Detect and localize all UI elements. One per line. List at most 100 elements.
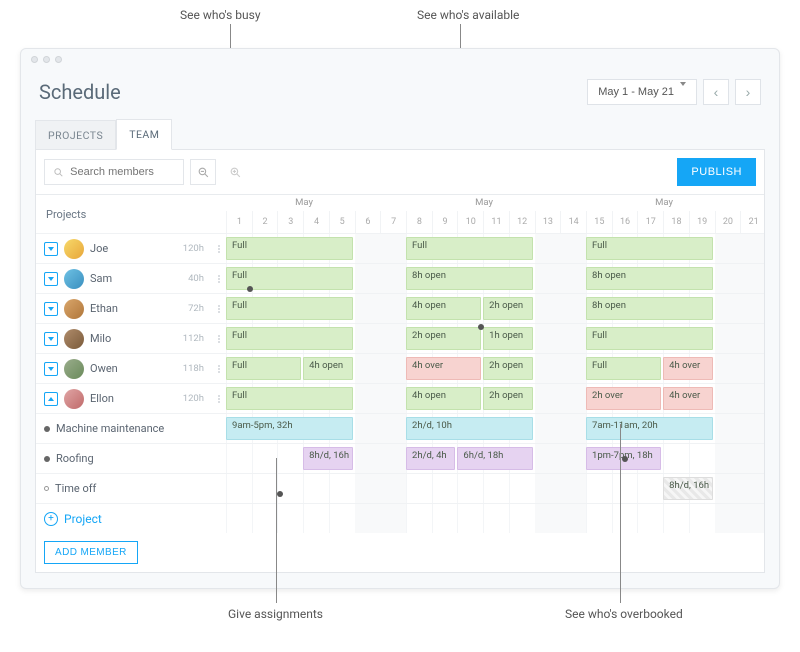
zoom-out-button[interactable] bbox=[190, 159, 216, 185]
member-hours: 120h bbox=[183, 243, 204, 254]
schedule-block[interactable]: 2h open bbox=[406, 327, 481, 350]
search-input-wrapper[interactable] bbox=[44, 159, 184, 185]
next-range-button[interactable] bbox=[735, 79, 761, 105]
schedule-block[interactable]: 8h open bbox=[406, 267, 533, 290]
schedule-block[interactable]: Full bbox=[586, 237, 713, 260]
schedule-block[interactable]: 7am-11am, 20h bbox=[586, 417, 713, 440]
schedule-block[interactable]: 6h/d, 18h bbox=[457, 447, 532, 470]
avatar bbox=[64, 329, 84, 349]
schedule-block[interactable]: Full bbox=[226, 327, 353, 350]
day-header: 8 bbox=[406, 211, 432, 233]
schedule-block[interactable]: 1h open bbox=[483, 327, 532, 350]
schedule-block[interactable]: Full bbox=[226, 237, 353, 260]
expand-toggle[interactable] bbox=[44, 302, 58, 316]
schedule-block[interactable]: 2h open bbox=[483, 297, 532, 320]
drag-handle-icon[interactable] bbox=[218, 245, 220, 253]
schedule-block[interactable]: 2h/d, 10h bbox=[406, 417, 533, 440]
schedule-block[interactable]: 4h open bbox=[303, 357, 352, 380]
schedule-block[interactable]: 2h/d, 4h bbox=[406, 447, 455, 470]
schedule-block[interactable]: 4h open bbox=[406, 297, 481, 320]
callout-available: See who's available bbox=[417, 8, 519, 22]
tab-team[interactable]: TEAM bbox=[116, 119, 172, 150]
day-header: 9 bbox=[432, 211, 458, 233]
avatar bbox=[64, 359, 84, 379]
day-header: 19 bbox=[689, 211, 715, 233]
search-input[interactable] bbox=[70, 166, 175, 178]
grid-header-left: Projects bbox=[36, 195, 226, 233]
add-project-label: Project bbox=[64, 512, 102, 526]
day-header: 14 bbox=[560, 211, 586, 233]
schedule-block[interactable]: 4h over bbox=[663, 387, 712, 410]
drag-handle-icon[interactable] bbox=[218, 305, 220, 313]
schedule-block[interactable]: Full bbox=[586, 357, 661, 380]
callout-assignments: Give assignments bbox=[228, 607, 323, 621]
member-name: Ellon bbox=[90, 392, 114, 405]
expand-toggle[interactable] bbox=[44, 272, 58, 286]
drag-handle-icon[interactable] bbox=[218, 275, 220, 283]
expand-toggle[interactable] bbox=[44, 332, 58, 346]
schedule-block[interactable]: 8h/d, 16h bbox=[303, 447, 352, 470]
avatar bbox=[64, 269, 84, 289]
window-dot bbox=[43, 56, 50, 63]
day-header: 21 bbox=[740, 211, 764, 233]
zoom-in-button[interactable] bbox=[222, 159, 248, 185]
day-header: 10 bbox=[457, 211, 483, 233]
schedule-block[interactable]: 4h over bbox=[406, 357, 481, 380]
bullet-icon bbox=[44, 456, 50, 462]
member-hours: 112h bbox=[183, 333, 204, 344]
day-header: 6 bbox=[355, 211, 381, 233]
tab-projects[interactable]: PROJECTS bbox=[35, 120, 116, 150]
member-hours: 118h bbox=[183, 363, 204, 374]
overbooked-marker-dot bbox=[622, 456, 628, 462]
day-header: 1 bbox=[226, 211, 252, 233]
project-label: Machine maintenance bbox=[56, 422, 164, 435]
add-project-button[interactable]: +Project bbox=[36, 504, 226, 533]
busy-marker-dot bbox=[247, 286, 253, 292]
callout-busy: See who's busy bbox=[180, 8, 261, 22]
schedule-block[interactable]: Full bbox=[406, 237, 533, 260]
project-label: Time off bbox=[55, 482, 96, 495]
day-header: 7 bbox=[380, 211, 406, 233]
day-header: 12 bbox=[509, 211, 535, 233]
drag-handle-icon[interactable] bbox=[218, 395, 220, 403]
schedule-block[interactable]: 4h over bbox=[663, 357, 712, 380]
add-member-button[interactable]: ADD MEMBER bbox=[44, 541, 138, 564]
drag-handle-icon[interactable] bbox=[218, 365, 220, 373]
schedule-block[interactable]: Full bbox=[226, 387, 353, 410]
schedule-block[interactable]: 9am-5pm, 32h bbox=[226, 417, 353, 440]
member-name: Owen bbox=[90, 362, 118, 375]
member-hours: 40h bbox=[188, 273, 204, 284]
project-label: Roofing bbox=[56, 452, 94, 465]
assignments-marker-dot bbox=[277, 491, 283, 497]
schedule-block[interactable]: 4h open bbox=[406, 387, 481, 410]
bullet-icon bbox=[44, 486, 49, 491]
available-marker-dot bbox=[478, 324, 484, 330]
member-name: Joe bbox=[90, 242, 108, 255]
expand-toggle[interactable] bbox=[44, 392, 58, 406]
chevron-down-icon bbox=[680, 86, 686, 98]
window-titlebar bbox=[21, 49, 779, 69]
member-hours: 72h bbox=[188, 303, 204, 314]
schedule-block[interactable]: Full bbox=[226, 297, 353, 320]
publish-button[interactable]: PUBLISH bbox=[677, 158, 756, 186]
search-icon bbox=[53, 166, 64, 179]
schedule-block[interactable]: 8h open bbox=[586, 267, 713, 290]
month-label: May bbox=[475, 197, 493, 208]
expand-toggle[interactable] bbox=[44, 362, 58, 376]
schedule-block[interactable]: 2h over bbox=[586, 387, 661, 410]
schedule-block[interactable]: 8h/d, 16h bbox=[663, 477, 712, 500]
day-header: 18 bbox=[663, 211, 689, 233]
day-header: 5 bbox=[329, 211, 355, 233]
bullet-icon bbox=[44, 426, 50, 432]
schedule-block[interactable]: 8h open bbox=[586, 297, 713, 320]
drag-handle-icon[interactable] bbox=[218, 335, 220, 343]
schedule-block[interactable]: 2h open bbox=[483, 357, 532, 380]
schedule-block[interactable]: Full bbox=[226, 357, 301, 380]
date-range-picker[interactable]: May 1 - May 21 bbox=[587, 79, 697, 105]
window-dot bbox=[55, 56, 62, 63]
schedule-block[interactable]: Full bbox=[586, 327, 713, 350]
schedule-block[interactable]: Full bbox=[226, 267, 353, 290]
expand-toggle[interactable] bbox=[44, 242, 58, 256]
schedule-block[interactable]: 2h open bbox=[483, 387, 532, 410]
prev-range-button[interactable] bbox=[703, 79, 729, 105]
